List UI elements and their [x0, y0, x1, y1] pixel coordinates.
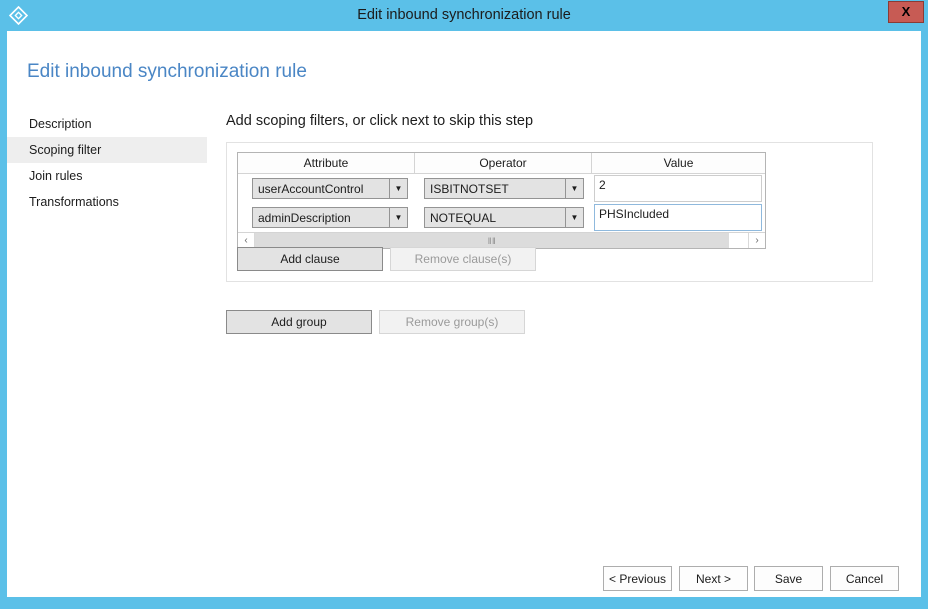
title-bar: Edit inbound synchronization rule X — [0, 0, 928, 31]
sidebar-item-scoping-filter[interactable]: Scoping filter — [7, 137, 207, 163]
scroll-right-icon[interactable]: › — [748, 233, 765, 248]
cell-value: 2 — [592, 174, 765, 203]
page-title: Edit inbound synchronization rule — [27, 61, 307, 82]
operator-dropdown-value: ISBITNOTSET — [430, 181, 509, 196]
column-header-value: Value — [592, 153, 765, 174]
cell-value: PHSIncluded — [592, 203, 765, 232]
dialog-window: Edit inbound synchronization rule X Edit… — [0, 0, 928, 609]
add-group-button[interactable]: Add group — [226, 310, 372, 334]
chevron-down-icon[interactable]: ▼ — [565, 208, 583, 227]
chevron-down-icon[interactable]: ▼ — [389, 208, 407, 227]
cell-operator: ISBITNOTSET ▼ — [415, 174, 592, 203]
table-row: adminDescription ▼ NOTEQUAL ▼ PHSInclude… — [238, 203, 765, 232]
operator-dropdown[interactable]: ISBITNOTSET ▼ — [424, 178, 584, 199]
value-input[interactable]: PHSIncluded — [594, 204, 762, 231]
cell-attribute: userAccountControl ▼ — [238, 174, 415, 203]
sidebar-item-label: Description — [29, 117, 92, 131]
remove-clause-button[interactable]: Remove clause(s) — [390, 247, 536, 271]
attribute-dropdown[interactable]: adminDescription ▼ — [252, 207, 408, 228]
save-button[interactable]: Save — [754, 566, 823, 591]
column-header-operator: Operator — [415, 153, 592, 174]
table-row: userAccountControl ▼ ISBITNOTSET ▼ 2 — [238, 174, 765, 203]
column-header-attribute: Attribute — [238, 153, 415, 174]
window-title: Edit inbound synchronization rule — [357, 7, 571, 23]
previous-button[interactable]: < Previous — [603, 566, 672, 591]
wizard-step-nav: Description Scoping filter Join rules Tr… — [7, 111, 207, 215]
attribute-dropdown[interactable]: userAccountControl ▼ — [252, 178, 408, 199]
attribute-dropdown-value: adminDescription — [258, 210, 351, 225]
sidebar-item-label: Transformations — [29, 195, 119, 209]
cancel-button[interactable]: Cancel — [830, 566, 899, 591]
cell-attribute: adminDescription ▼ — [238, 203, 415, 232]
content-heading: Add scoping filters, or click next to sk… — [226, 113, 534, 129]
chevron-down-icon[interactable]: ▼ — [565, 179, 583, 198]
scrollbar-track[interactable]: ‖‖ — [255, 233, 748, 248]
dialog-client-area: Edit inbound synchronization rule Descri… — [7, 31, 921, 597]
scrollbar-grip-icon: ‖‖ — [487, 235, 497, 246]
next-button[interactable]: Next > — [679, 566, 748, 591]
sidebar-item-label: Join rules — [29, 169, 83, 183]
grid-header-row: Attribute Operator Value — [238, 153, 765, 174]
sidebar-item-label: Scoping filter — [29, 143, 102, 157]
scrollbar-thumb[interactable]: ‖‖ — [255, 233, 729, 248]
operator-dropdown-value: NOTEQUAL — [430, 210, 497, 225]
sidebar-item-description[interactable]: Description — [7, 111, 207, 137]
sidebar-item-transformations[interactable]: Transformations — [7, 189, 207, 215]
scoping-group-panel: Attribute Operator Value userAccountCont… — [226, 142, 873, 282]
cell-operator: NOTEQUAL ▼ — [415, 203, 592, 232]
value-input[interactable]: 2 — [594, 175, 762, 202]
scoping-clause-grid: Attribute Operator Value userAccountCont… — [237, 152, 766, 249]
scroll-left-icon[interactable]: ‹ — [238, 233, 255, 248]
operator-dropdown[interactable]: NOTEQUAL ▼ — [424, 207, 584, 228]
chevron-down-icon[interactable]: ▼ — [389, 179, 407, 198]
grid-horizontal-scrollbar[interactable]: ‹ ‖‖ › — [238, 232, 765, 248]
remove-group-button[interactable]: Remove group(s) — [379, 310, 525, 334]
sidebar-item-join-rules[interactable]: Join rules — [7, 163, 207, 189]
attribute-dropdown-value: userAccountControl — [258, 181, 364, 196]
close-button[interactable]: X — [888, 1, 924, 23]
add-clause-button[interactable]: Add clause — [237, 247, 383, 271]
